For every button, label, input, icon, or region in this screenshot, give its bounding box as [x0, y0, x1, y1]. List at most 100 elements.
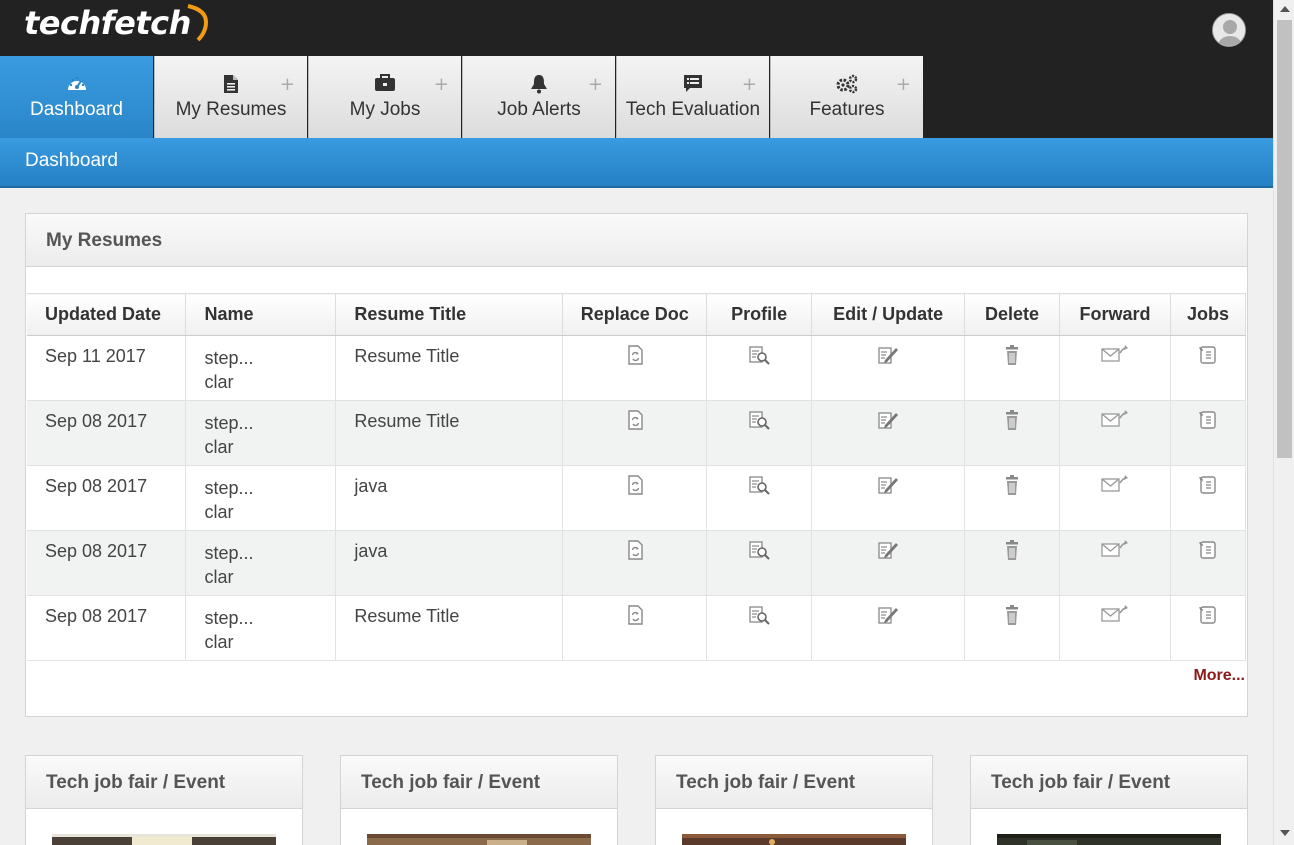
event-card[interactable]: Tech job fair / Event	[340, 755, 618, 845]
edit-icon[interactable]	[877, 347, 899, 370]
tab-plus-icon[interactable]: +	[434, 74, 449, 95]
updated-date-cell: Sep 08 2017	[27, 465, 187, 531]
replace-doc-icon[interactable]	[624, 475, 646, 500]
name-line: step...	[204, 478, 254, 498]
view-profile-icon[interactable]	[748, 541, 770, 565]
column-header[interactable]: Name	[185, 293, 337, 336]
view-profile-icon[interactable]	[748, 606, 770, 630]
trash-icon[interactable]	[1001, 540, 1023, 565]
delete-cell	[964, 595, 1061, 661]
column-header: Edit / Update	[811, 293, 966, 336]
tab-my-resumes[interactable]: My Resumes +	[154, 56, 307, 138]
jobs-cell	[1170, 530, 1247, 596]
replace-doc-icon[interactable]	[624, 345, 646, 370]
replace-doc-icon[interactable]	[624, 605, 646, 630]
scroll-thumb[interactable]	[1277, 20, 1292, 458]
column-header[interactable]: Resume Title	[335, 293, 564, 336]
tab-plus-icon[interactable]: +	[742, 74, 757, 95]
edit-icon[interactable]	[877, 412, 899, 435]
replace-doc-cell	[562, 595, 708, 661]
resume-title-cell[interactable]: java	[335, 465, 564, 531]
resume-title-cell[interactable]: Resume Title	[335, 335, 564, 401]
panel-title: My Resumes	[46, 230, 163, 251]
card-title: Tech job fair / Event	[676, 772, 856, 793]
delete-cell	[964, 530, 1061, 596]
forward-cell	[1059, 400, 1171, 466]
jobs-scroll-icon[interactable]	[1197, 346, 1219, 370]
tab-label: Features	[809, 99, 885, 120]
jobs-cell	[1170, 335, 1247, 401]
event-image[interactable]	[997, 834, 1221, 845]
forward-mail-icon[interactable]	[1100, 345, 1130, 370]
name-cell[interactable]: step... clar	[185, 530, 337, 596]
name-cell[interactable]: step... clar	[185, 335, 337, 401]
more-link[interactable]: More...	[1193, 667, 1245, 685]
tab-tech-evaluation[interactable]: Tech Evaluation +	[616, 56, 769, 138]
user-avatar[interactable]	[1212, 13, 1246, 47]
edit-icon[interactable]	[877, 542, 899, 565]
trash-icon[interactable]	[1001, 345, 1023, 370]
card-header: Tech job fair / Event	[656, 756, 932, 809]
my-resumes-panel: My Resumes Updated Date Name Resume Titl…	[25, 213, 1248, 717]
trash-icon[interactable]	[1001, 410, 1023, 435]
forward-cell	[1059, 335, 1171, 401]
forward-mail-icon[interactable]	[1100, 475, 1130, 500]
tab-plus-icon[interactable]: +	[896, 74, 911, 95]
name-line: clar	[204, 567, 234, 587]
scroll-down-icon[interactable]	[1280, 830, 1290, 836]
edit-icon[interactable]	[877, 607, 899, 630]
vertical-scrollbar[interactable]	[1273, 0, 1294, 845]
forward-mail-icon[interactable]	[1100, 540, 1130, 565]
tab-my-jobs[interactable]: My Jobs +	[308, 56, 461, 138]
name-cell[interactable]: step... clar	[185, 465, 337, 531]
resume-title-cell[interactable]: Resume Title	[335, 400, 564, 466]
logo-swoosh-icon	[187, 4, 209, 42]
tab-plus-icon[interactable]: +	[280, 74, 295, 95]
name-cell[interactable]: step... clar	[185, 595, 337, 661]
view-profile-icon[interactable]	[748, 476, 770, 500]
column-header[interactable]: Updated Date	[27, 293, 187, 336]
profile-cell	[706, 400, 813, 466]
view-profile-icon[interactable]	[748, 346, 770, 370]
replace-doc-icon[interactable]	[624, 410, 646, 435]
jobs-scroll-icon[interactable]	[1197, 541, 1219, 565]
tab-dashboard[interactable]: Dashboard	[0, 56, 153, 138]
logo[interactable]: techfetch	[24, 4, 191, 42]
card-header: Tech job fair / Event	[971, 756, 1247, 809]
scroll-up-icon[interactable]	[1280, 6, 1290, 12]
tab-label: My Resumes	[175, 99, 287, 120]
resume-title-cell[interactable]: Resume Title	[335, 595, 564, 661]
forward-mail-icon[interactable]	[1100, 605, 1130, 630]
tab-job-alerts[interactable]: Job Alerts +	[462, 56, 615, 138]
forward-cell	[1059, 465, 1171, 531]
jobs-cell	[1170, 465, 1247, 531]
edit-cell	[811, 465, 966, 531]
event-card[interactable]: Tech job fair / Event	[655, 755, 933, 845]
view-profile-icon[interactable]	[748, 411, 770, 435]
replace-doc-cell	[562, 530, 708, 596]
trash-icon[interactable]	[1001, 475, 1023, 500]
updated-date-cell: Sep 08 2017	[27, 530, 187, 596]
name-cell[interactable]: step... clar	[185, 400, 337, 466]
forward-mail-icon[interactable]	[1100, 410, 1130, 435]
event-card[interactable]: Tech job fair / Event	[25, 755, 303, 845]
tab-features[interactable]: Features +	[770, 56, 923, 138]
jobs-scroll-icon[interactable]	[1197, 476, 1219, 500]
jobs-scroll-icon[interactable]	[1197, 411, 1219, 435]
updated-date-cell: Sep 08 2017	[27, 400, 187, 466]
jobs-cell	[1170, 595, 1247, 661]
delete-cell	[964, 400, 1061, 466]
edit-icon[interactable]	[877, 477, 899, 500]
delete-cell	[964, 465, 1061, 531]
trash-icon[interactable]	[1001, 605, 1023, 630]
event-image[interactable]	[367, 834, 591, 845]
jobs-scroll-icon[interactable]	[1197, 606, 1219, 630]
profile-cell	[706, 530, 813, 596]
tab-plus-icon[interactable]: +	[588, 74, 603, 95]
edit-cell	[811, 595, 966, 661]
resume-title-cell[interactable]: java	[335, 530, 564, 596]
event-image[interactable]	[52, 834, 276, 845]
event-card[interactable]: Tech job fair / Event	[970, 755, 1248, 845]
event-image[interactable]	[682, 834, 906, 845]
replace-doc-icon[interactable]	[624, 540, 646, 565]
